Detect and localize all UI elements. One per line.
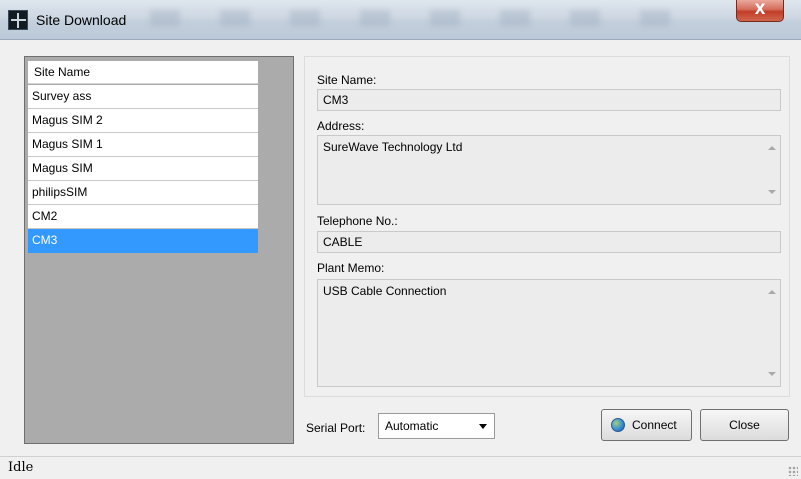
app-icon (8, 10, 28, 30)
scroll-up-icon[interactable] (768, 290, 776, 294)
list-item[interactable]: Survey ass (28, 85, 258, 109)
scroll-down-icon[interactable] (768, 190, 776, 194)
connect-button[interactable]: Connect (601, 409, 692, 441)
serial-port-select[interactable]: Automatic (378, 413, 495, 439)
address-text: SureWave Technology Ltd (323, 140, 463, 154)
list-item[interactable]: Magus SIM (28, 157, 258, 181)
site-list-header[interactable]: Site Name (28, 61, 258, 84)
telephone-field[interactable]: CABLE (317, 231, 781, 253)
site-name-label: Site Name: (317, 73, 377, 87)
window-title: Site Download (36, 12, 127, 28)
list-item[interactable]: Magus SIM 1 (28, 133, 258, 157)
connect-button-label: Connect (632, 418, 677, 432)
address-scrollbar[interactable] (763, 136, 780, 204)
plant-memo-text: USB Cable Connection (323, 284, 447, 298)
plant-memo-label: Plant Memo: (317, 261, 385, 275)
serial-port-label: Serial Port: (306, 421, 366, 435)
resize-grip-icon[interactable] (788, 466, 798, 476)
site-details-panel: Site Name: CM3 Address: SureWave Technol… (304, 56, 790, 397)
address-field[interactable]: SureWave Technology Ltd (317, 135, 781, 205)
site-list[interactable]: Site Name Survey ass Magus SIM 2 Magus S… (24, 56, 294, 444)
status-text: Idle (8, 460, 34, 475)
list-item-selected[interactable]: CM3 (28, 229, 258, 253)
telephone-label: Telephone No.: (317, 214, 398, 228)
list-item[interactable]: Magus SIM 2 (28, 109, 258, 133)
address-label: Address: (317, 119, 365, 133)
list-item[interactable]: philipsSIM (28, 181, 258, 205)
site-name-field[interactable]: CM3 (317, 89, 781, 111)
title-bar: Site Download X (0, 0, 801, 40)
close-button[interactable]: Close (700, 409, 789, 441)
list-item[interactable]: CM2 (28, 205, 258, 229)
plant-memo-field[interactable]: USB Cable Connection (317, 279, 781, 387)
globe-icon (611, 418, 625, 432)
serial-port-value: Automatic (385, 419, 439, 433)
title-bar-background (150, 10, 710, 26)
scroll-up-icon[interactable] (768, 146, 776, 150)
status-bar: Idle (0, 456, 801, 479)
dropdown-arrow-icon[interactable] (479, 424, 487, 429)
window-close-button[interactable]: X (736, 0, 784, 22)
scroll-down-icon[interactable] (768, 372, 776, 376)
plant-memo-scrollbar[interactable] (763, 280, 780, 386)
